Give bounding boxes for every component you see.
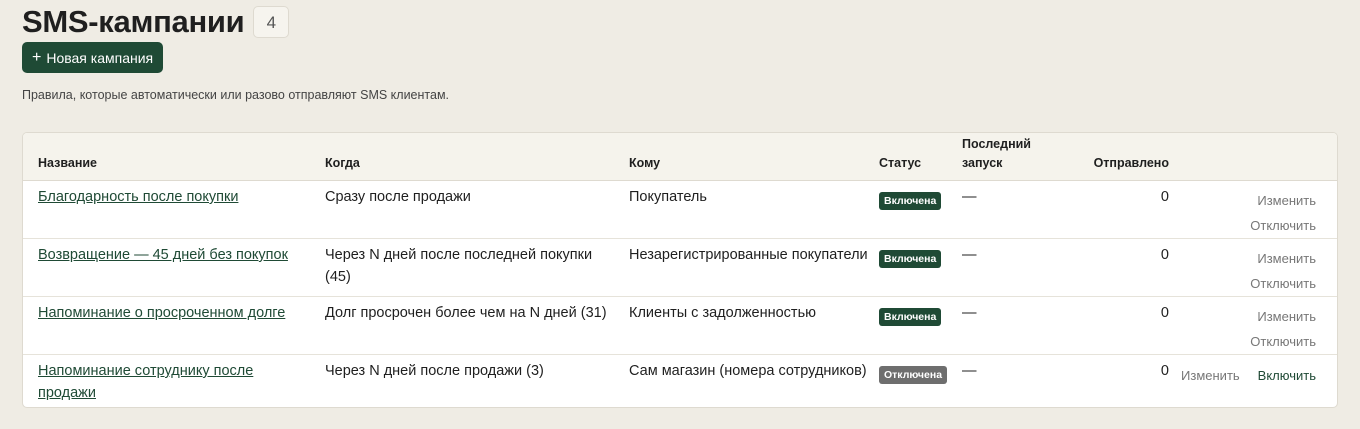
campaign-last-run: —: [962, 247, 977, 263]
campaign-when: Сразу после продажи: [325, 189, 471, 205]
campaign-recipients: Сам магазин (номера сотрудников): [629, 363, 867, 379]
header-when: Когда: [325, 156, 360, 170]
edit-button[interactable]: Изменить: [1250, 304, 1316, 329]
table-row: Возвращение — 45 дней без покупок Через …: [23, 239, 1337, 297]
plus-icon: +: [32, 48, 42, 66]
campaign-name-link[interactable]: Напоминание о просроченном долге: [38, 305, 285, 321]
campaigns-table: Название Когда Кому Статус Последний зап…: [22, 132, 1338, 408]
campaign-last-run: —: [962, 189, 977, 205]
table-row: Напоминание сотруднику после продажи Чер…: [23, 355, 1337, 407]
row-actions: Изменить Отключить: [1250, 188, 1316, 238]
campaign-recipients: Клиенты с задолженностью: [629, 305, 816, 321]
header-who: Кому: [629, 156, 661, 170]
page-title: SMS-кампании: [22, 4, 245, 39]
campaign-sent-count: 0: [1160, 363, 1169, 379]
new-campaign-button[interactable]: + Новая кампания: [22, 42, 164, 73]
table-header: Название Когда Кому Статус Последний зап…: [23, 133, 1337, 181]
campaign-name-link[interactable]: Благодарность после покупки: [38, 189, 238, 205]
edit-button[interactable]: Изменить: [1250, 188, 1316, 213]
new-campaign-label: Новая кампания: [46, 49, 154, 66]
edit-button[interactable]: Изменить: [1181, 363, 1240, 388]
page-description: Правила, которые автоматически или разов…: [22, 88, 450, 102]
disable-button[interactable]: Отключить: [1250, 329, 1316, 354]
header-name: Название: [38, 156, 98, 170]
campaign-sent-count: 0: [1160, 247, 1169, 263]
campaign-count-badge: 4: [253, 6, 290, 38]
disable-button[interactable]: Отключить: [1250, 213, 1316, 238]
campaign-sent-count: 0: [1160, 189, 1169, 205]
header-sent: Отправлено: [1093, 156, 1169, 170]
campaign-name-link[interactable]: Напоминание сотруднику после продажи: [38, 363, 253, 401]
header-last-run: Последний запуск: [962, 137, 1031, 170]
campaign-when: Через N дней после продажи (3): [325, 363, 544, 379]
disable-button[interactable]: Отключить: [1250, 271, 1316, 296]
status-badge: Включена: [879, 308, 942, 326]
page-header: SMS-кампании 4: [22, 4, 290, 40]
table-row: Напоминание о просроченном долге Долг пр…: [23, 297, 1337, 355]
status-badge: Отключена: [879, 366, 948, 384]
row-actions: Изменить Включить: [1181, 363, 1316, 388]
campaign-when: Через N дней после последней покупки (45…: [325, 247, 593, 285]
row-actions: Изменить Отключить: [1250, 304, 1316, 354]
campaign-sent-count: 0: [1160, 305, 1169, 321]
table-row: Благодарность после покупки Сразу после …: [23, 181, 1337, 239]
campaign-when: Долг просрочен более чем на N дней (31): [325, 305, 607, 321]
row-actions: Изменить Отключить: [1250, 246, 1316, 296]
edit-button[interactable]: Изменить: [1250, 246, 1316, 271]
status-badge: Включена: [879, 192, 942, 210]
status-badge: Включена: [879, 250, 942, 268]
enable-button[interactable]: Включить: [1258, 363, 1316, 388]
campaign-last-run: —: [962, 305, 977, 321]
campaign-last-run: —: [962, 363, 977, 379]
campaign-recipients: Покупатель: [629, 189, 707, 205]
header-status: Статус: [879, 156, 922, 170]
campaign-name-link[interactable]: Возвращение — 45 дней без покупок: [38, 247, 288, 263]
campaign-recipients: Незарегистрированные покупатели: [629, 247, 868, 263]
